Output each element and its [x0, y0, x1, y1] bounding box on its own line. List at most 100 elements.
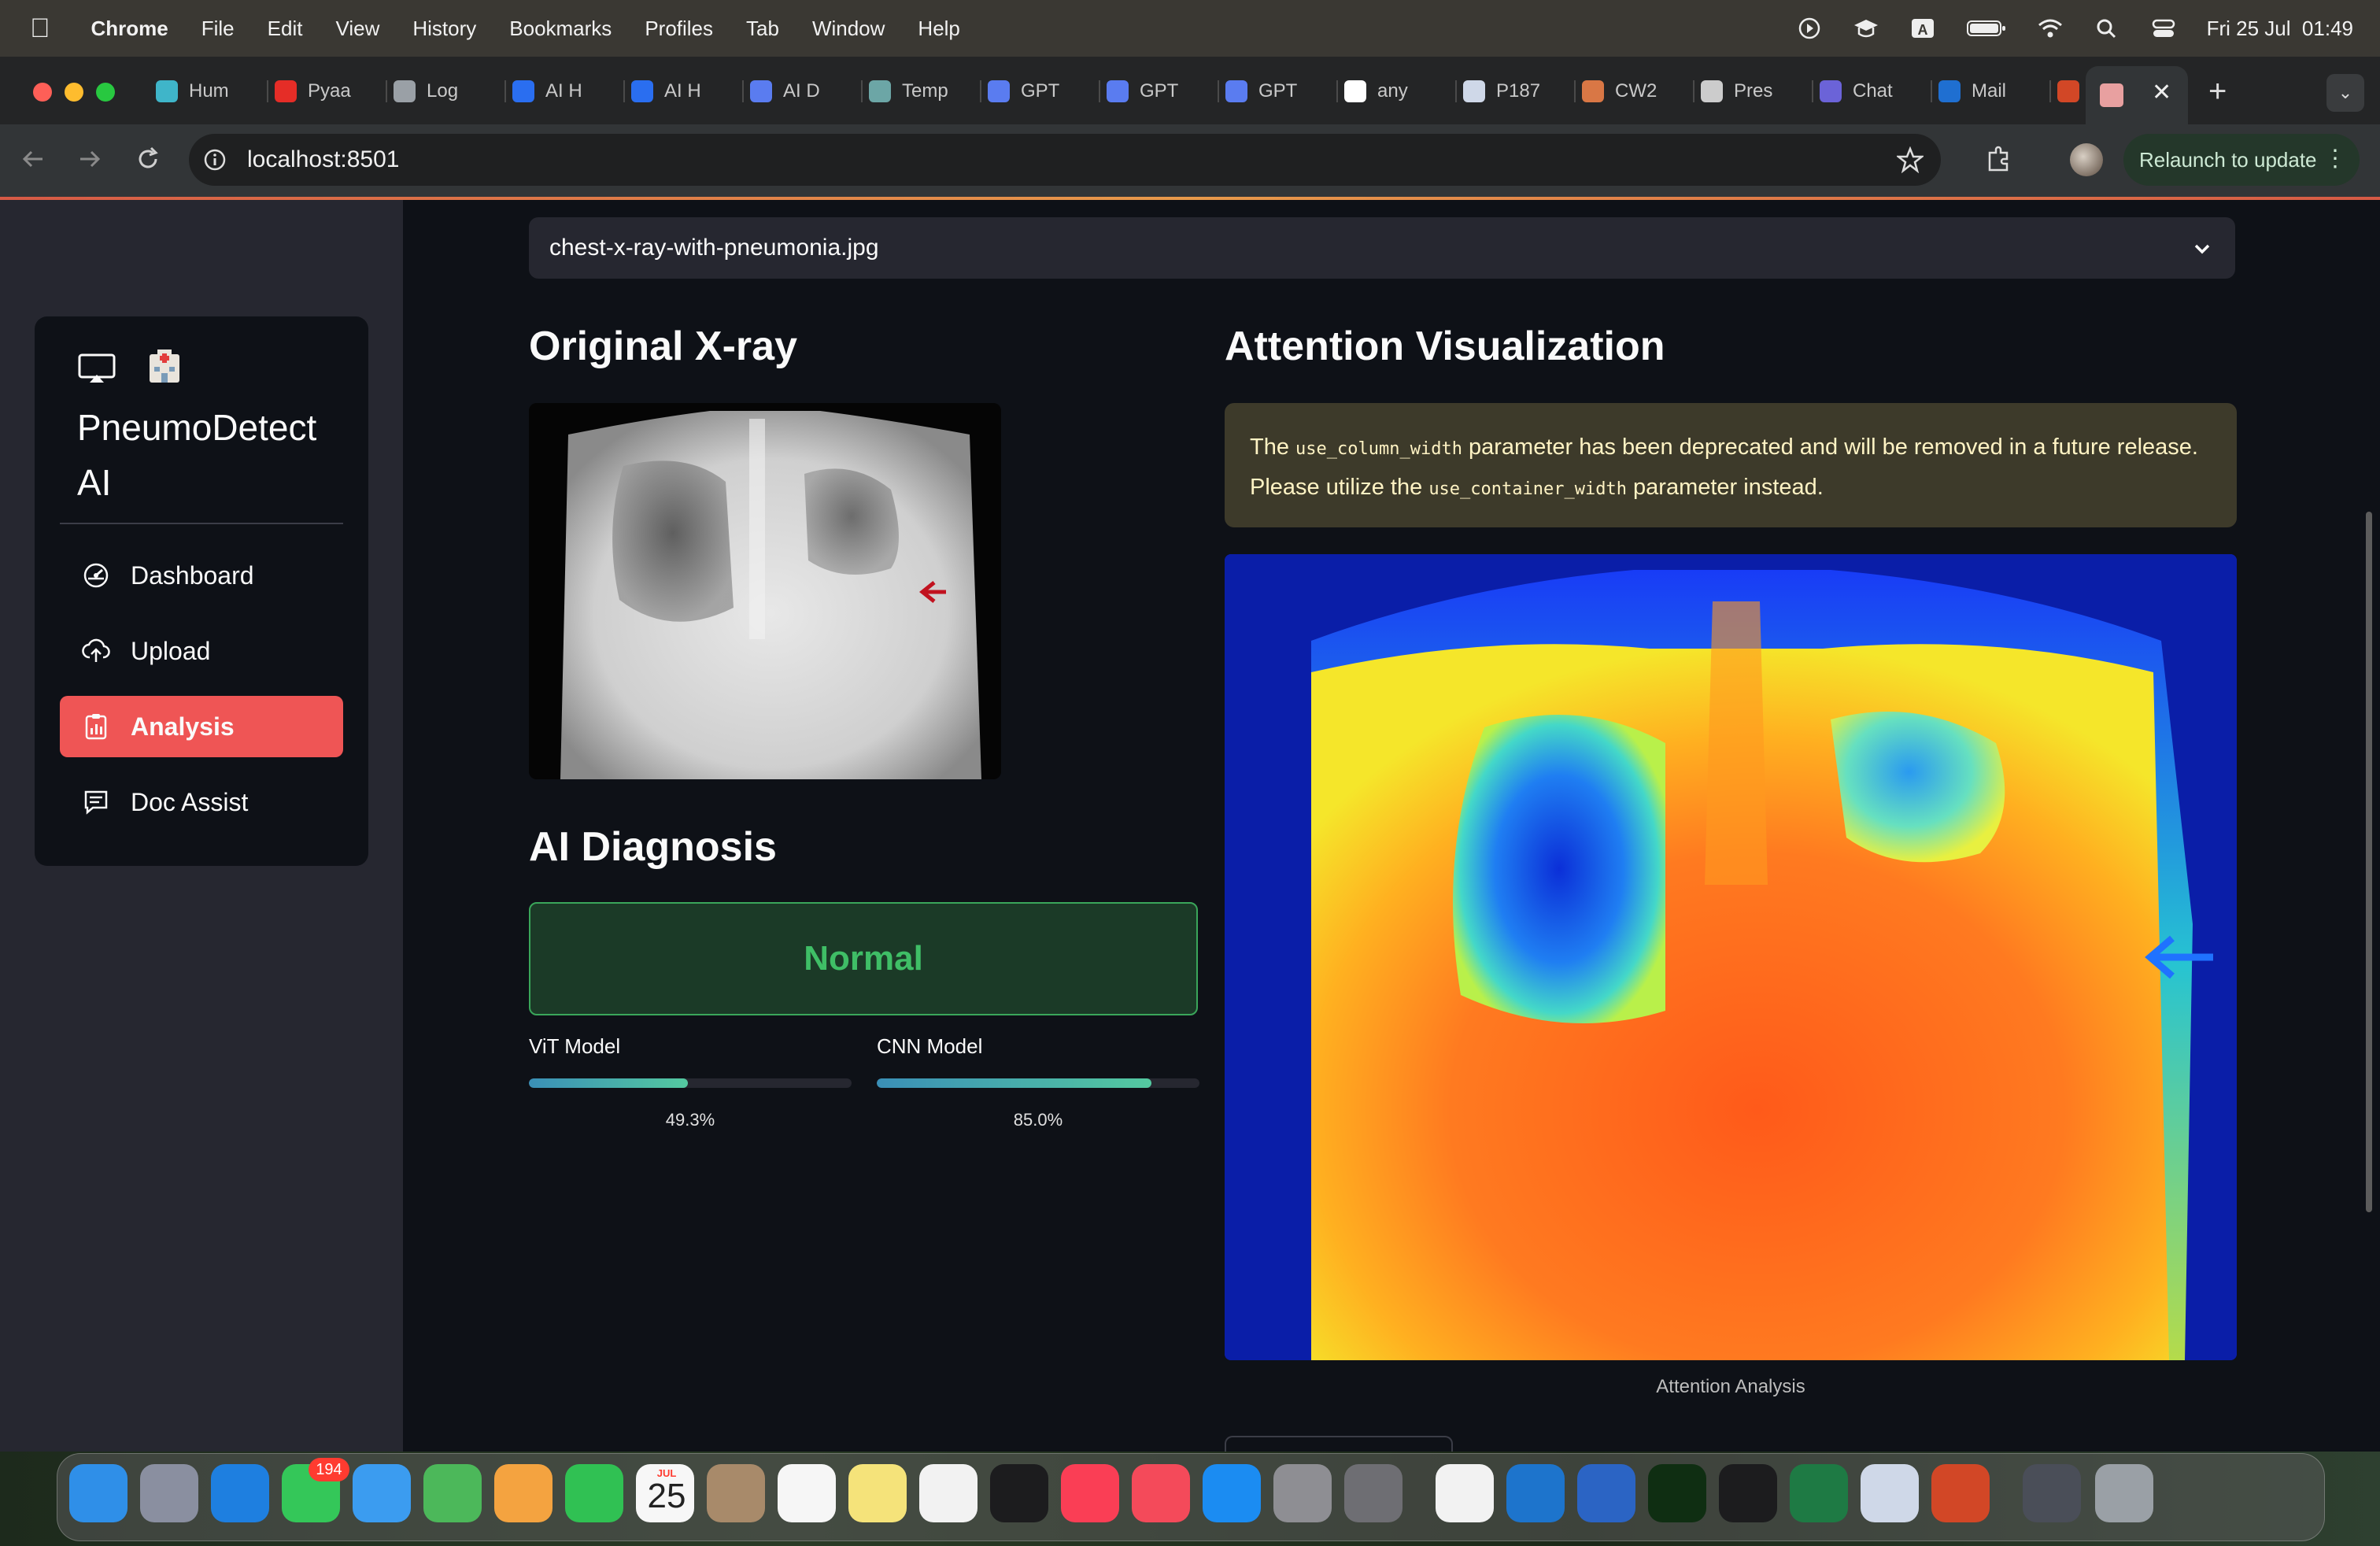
- menu-edit[interactable]: Edit: [268, 17, 303, 41]
- battery-icon[interactable]: [1966, 17, 2007, 40]
- browser-tab[interactable]: Hum: [156, 71, 268, 112]
- browser-tab[interactable]: AI H: [512, 71, 625, 112]
- dock-facetime-icon[interactable]: [565, 1464, 623, 1522]
- dock-news-icon[interactable]: [1132, 1464, 1190, 1522]
- browser-tab[interactable]: Chat: [1820, 71, 1932, 112]
- dock-powerpoint-icon[interactable]: [1931, 1464, 1990, 1522]
- apple-menu-icon[interactable]: : [30, 13, 50, 44]
- dock-terminal-icon[interactable]: [1719, 1464, 1777, 1522]
- url-text[interactable]: localhost:8501: [247, 146, 399, 173]
- dock-chrome-icon[interactable]: [1436, 1464, 1494, 1522]
- search-icon[interactable]: [2094, 17, 2120, 40]
- address-bar[interactable]: localhost:8501: [189, 134, 1941, 186]
- dock-launchpad-icon[interactable]: [140, 1464, 198, 1522]
- sidebar-item-label: Upload: [131, 636, 211, 665]
- close-tab-icon[interactable]: ✕: [2152, 79, 2171, 106]
- sidebar-item-dashboard[interactable]: Dashboard: [60, 545, 343, 606]
- wifi-icon[interactable]: [2037, 17, 2064, 40]
- profile-avatar[interactable]: [2070, 143, 2103, 176]
- dock-iphone-mirroring-icon[interactable]: [1344, 1464, 1402, 1522]
- site-info-icon[interactable]: [203, 148, 227, 172]
- dock-freeform-icon[interactable]: [919, 1464, 978, 1522]
- browser-tab[interactable]: Pyaa: [275, 71, 387, 112]
- dock-reminders-icon[interactable]: [778, 1464, 836, 1522]
- dock-app-store-icon[interactable]: [1203, 1464, 1261, 1522]
- browser-tab[interactable]: GPT: [988, 71, 1100, 112]
- menu-view[interactable]: View: [335, 17, 379, 41]
- dock-finder-icon[interactable]: [69, 1464, 128, 1522]
- dock-activity-icon[interactable]: [1648, 1464, 1706, 1522]
- menu-bookmarks[interactable]: Bookmarks: [509, 17, 612, 41]
- browser-tab[interactable]: GPT: [1107, 71, 1219, 112]
- diagnosis-result-text: Normal: [804, 939, 923, 978]
- dock-contacts-icon[interactable]: [707, 1464, 765, 1522]
- back-arrow-icon[interactable]: [19, 145, 47, 173]
- dock-photos-icon[interactable]: [494, 1464, 552, 1522]
- graduation-cap-icon[interactable]: [1853, 17, 1879, 40]
- more-vertical-icon[interactable]: ⋮: [2323, 145, 2347, 172]
- partial-button-below[interactable]: [1225, 1436, 1453, 1453]
- forward-arrow-icon[interactable]: [76, 145, 104, 173]
- active-tab-favicon-icon: [2100, 83, 2123, 107]
- menu-history[interactable]: History: [412, 17, 476, 41]
- bookmark-star-icon[interactable]: [1897, 146, 1924, 173]
- dock-tv-icon[interactable]: [990, 1464, 1048, 1522]
- dock-maps-icon[interactable]: [423, 1464, 482, 1522]
- dock-excel-icon[interactable]: [1790, 1464, 1848, 1522]
- tab-separator: [1218, 80, 1219, 102]
- reload-icon[interactable]: [134, 145, 162, 173]
- dock-trash-icon[interactable]: [2095, 1464, 2153, 1522]
- browser-tab[interactable]: AI D: [750, 71, 863, 112]
- extensions-puzzle-icon[interactable]: [1985, 145, 2013, 173]
- browser-tab[interactable]: Mail: [1938, 71, 2051, 112]
- menu-window[interactable]: Window: [812, 17, 885, 41]
- dock-music-icon[interactable]: [1061, 1464, 1119, 1522]
- tab-label: AI D: [783, 80, 820, 102]
- tab-search-chevron-down-icon[interactable]: ⌄: [2326, 74, 2364, 112]
- menubar-clock[interactable]: Fri 25 Jul 01:49: [2207, 17, 2353, 41]
- dock-mail-icon[interactable]: [353, 1464, 411, 1522]
- browser-tab[interactable]: any: [1344, 71, 1457, 112]
- dock-vs-code-icon[interactable]: [1506, 1464, 1565, 1522]
- menu-help[interactable]: Help: [918, 17, 959, 41]
- dock-preview-icon[interactable]: [1861, 1464, 1919, 1522]
- menu-file[interactable]: File: [201, 17, 235, 41]
- page-scrollbar[interactable]: [2366, 512, 2372, 1212]
- chevron-down-icon[interactable]: [2191, 238, 2213, 260]
- tab-separator: [623, 80, 625, 102]
- browser-tab[interactable]: GPT: [1225, 71, 1338, 112]
- browser-tab[interactable]: Pres: [1701, 71, 1813, 112]
- upload-icon: [82, 638, 110, 662]
- browser-tab[interactable]: P187: [1463, 71, 1576, 112]
- new-tab-button[interactable]: +: [2208, 74, 2227, 109]
- dock-word-icon[interactable]: [1577, 1464, 1635, 1522]
- dock-notes-icon[interactable]: [848, 1464, 907, 1522]
- active-tab[interactable]: ✕: [2086, 66, 2188, 124]
- play-icon[interactable]: [1796, 17, 1823, 40]
- dashboard-icon: [83, 563, 109, 588]
- dock-downloads-icon[interactable]: [2023, 1464, 2081, 1522]
- browser-tab[interactable]: Temp: [869, 71, 981, 112]
- control-center-icon[interactable]: [2150, 17, 2177, 40]
- browser-tab[interactable]: Log: [394, 71, 506, 112]
- close-window-button[interactable]: [33, 83, 52, 102]
- browser-tab[interactable]: AI H: [631, 71, 744, 112]
- dock-safari-icon[interactable]: [211, 1464, 269, 1522]
- image-select-dropdown[interactable]: chest-x-ray-with-pneumonia.jpg: [529, 217, 2235, 279]
- menu-app-name[interactable]: Chrome: [91, 17, 168, 41]
- menu-profiles[interactable]: Profiles: [645, 17, 713, 41]
- minimize-window-button[interactable]: [65, 83, 83, 102]
- relaunch-to-update-button[interactable]: Relaunch to update ⋮: [2123, 134, 2360, 186]
- menu-tab[interactable]: Tab: [746, 17, 779, 41]
- browser-tab[interactable]: CW2: [1582, 71, 1694, 112]
- zoom-window-button[interactable]: [96, 83, 115, 102]
- input-source-icon[interactable]: A: [1909, 17, 1936, 40]
- sidebar-item-upload[interactable]: Upload: [60, 620, 343, 682]
- tab-label: Chat: [1853, 80, 1893, 102]
- vit-progress-bar: [529, 1078, 852, 1088]
- warning-code-new-param: use_container_width: [1428, 479, 1627, 499]
- tab-label: AI H: [664, 80, 701, 102]
- sidebar-item-doc-assist[interactable]: Doc Assist: [60, 771, 343, 833]
- dock-system-settings-icon[interactable]: [1273, 1464, 1332, 1522]
- sidebar-item-analysis[interactable]: Analysis: [60, 696, 343, 757]
